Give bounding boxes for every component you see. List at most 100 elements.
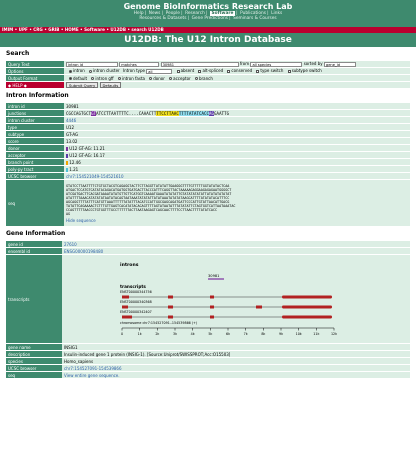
species-select[interactable]: all species <box>250 61 303 67</box>
intron-sequence: GTATCCTTAATTTTCTGTGCTACGTCAGAGGTACTTCTTA… <box>66 183 236 217</box>
transcripts-label: transcripts <box>6 255 62 343</box>
cluster-link[interactable]: 4446 <box>64 117 410 123</box>
transcript-diagram: introns 30981 transcripts ENST0000034475… <box>70 257 408 341</box>
typeswitch-checkbox[interactable] <box>256 69 260 73</box>
scale-tick-label: 7k <box>244 332 248 336</box>
acceptor-label: acceptor <box>6 152 64 158</box>
scale-tick-label: 8k <box>261 332 265 336</box>
cluster-radio[interactable] <box>89 69 93 73</box>
query-label: Query Text <box>6 61 64 67</box>
intron-type-select[interactable]: all <box>146 68 173 74</box>
sort-select[interactable]: gene_id <box>323 61 356 67</box>
species-label: species <box>6 358 62 364</box>
cluster-radio-label: intron cluster <box>93 68 120 74</box>
scale-tick-label: 6k <box>226 332 230 336</box>
scale-tick-label: 9k <box>279 332 283 336</box>
score-value: 13.02 <box>64 138 410 144</box>
intron-id-value: 30981 <box>64 103 410 109</box>
chromosome-label: chromosome chr7:154527091..154539866 (+) <box>120 321 197 325</box>
match-select[interactable]: matches <box>119 61 160 67</box>
junctions-value: CGCCAGTGCTGTATCCTTAATTTTC....CAAACTTTTCC… <box>64 110 410 116</box>
ucsc-label: UCSC browser <box>6 173 64 179</box>
intron-marker-label[interactable]: 30981 <box>208 274 219 278</box>
branch-value: 12.46 <box>69 159 81 165</box>
scale-tick-label: 11k <box>313 332 319 336</box>
acceptor-label: acceptor <box>173 75 191 81</box>
donor-bar <box>66 146 68 151</box>
help-link[interactable]: ◆ HELP ◆ <box>6 82 64 88</box>
branch-radio[interactable] <box>194 77 198 80</box>
intron-radio-label: intron <box>73 68 85 74</box>
gene-heading: Gene Information <box>6 230 66 237</box>
altspliced-label: alt-spliced <box>202 68 224 74</box>
scale-tick-label: 0 <box>121 332 123 336</box>
scale-tick-label: 4k <box>191 332 195 336</box>
branch-label: branch point <box>6 159 64 165</box>
fasta-label: intron fasta <box>121 75 145 81</box>
description-value: Insulin-induced gene 1 protein (INSIG-1)… <box>62 351 410 357</box>
subtypeswitch-checkbox[interactable] <box>287 69 291 73</box>
scale-tick-label: 3k <box>173 332 177 336</box>
ensembl-link[interactable]: ENSG00000198480 <box>62 248 410 254</box>
introns-label: introns <box>120 262 139 268</box>
junctions-label: junctions <box>6 110 64 116</box>
cluster-label: intron cluster <box>6 117 64 123</box>
type-value: U12 <box>64 124 410 130</box>
query-input[interactable]: 30981 <box>160 61 239 67</box>
site-title: Genome BioInformatics Research Lab <box>123 2 293 11</box>
typeswitch-label: type switch <box>260 68 284 74</box>
transcript-1-label[interactable]: ENST00000344756 <box>120 290 152 294</box>
hide-sequence-link[interactable]: Hide sequence <box>64 218 410 224</box>
conserved-label: conserved <box>231 68 253 74</box>
donor-radio[interactable] <box>149 77 153 80</box>
intron-id-label: intron id <box>6 103 64 109</box>
output-label: Output Format <box>6 75 64 81</box>
gene-ucsc-label: UCSC browser <box>6 365 62 371</box>
view-gene-sequence-link[interactable]: View entire gene sequence. <box>62 372 410 378</box>
nav-gene-predictions[interactable]: Gene Predictions <box>192 16 228 21</box>
polypy-value: 1.21 <box>69 166 79 172</box>
gff-radio[interactable] <box>91 77 95 80</box>
type-label: type <box>6 124 64 130</box>
description-label: description <box>6 351 62 357</box>
scale-tick-label: 10k <box>296 332 302 336</box>
default-radio[interactable] <box>69 77 72 80</box>
donor-value: U12 GT-AG: 11.21 <box>69 145 105 151</box>
default-label: default <box>73 75 88 81</box>
ensembl-label: ensembl id <box>6 248 62 254</box>
nav-resources[interactable]: Resources & Datasets <box>139 16 186 21</box>
branch-bar <box>66 160 68 165</box>
gene-seq-label: seq <box>6 372 62 378</box>
polypy-bar <box>66 167 68 172</box>
ucsc-link[interactable]: chr7:154521049-154521610 <box>64 173 410 179</box>
scale-tick-label: 5k <box>208 332 212 336</box>
subtype-label: subtype <box>6 131 64 137</box>
scale-tick-label: 2k <box>155 332 159 336</box>
defaults-button[interactable]: Defaults <box>99 82 122 88</box>
scale-tick-label: 1k <box>138 332 142 336</box>
donor-label: donor <box>6 145 64 151</box>
absent-checkbox[interactable] <box>176 69 180 73</box>
subtypeswitch-label: subtype switch <box>291 68 322 74</box>
submit-button[interactable]: Submit Query <box>66 82 99 88</box>
polypy-site: TTTTATATCACC <box>178 110 210 116</box>
transcript-2-label[interactable]: ENST00000340368 <box>120 300 152 304</box>
species-value: Homo_sapiens <box>62 358 410 364</box>
gene-table: gene id 27610 ensembl id ENSG00000198480 t… <box>6 240 410 379</box>
score-label: score <box>6 138 64 144</box>
gff-label: intron gff <box>95 75 114 81</box>
field-select[interactable]: intron id <box>66 61 118 67</box>
gene-name-label: gene name <box>6 344 62 350</box>
conserved-checkbox[interactable] <box>227 69 231 73</box>
site-header: Genome BioInformatics Research Lab Help|… <box>0 0 416 27</box>
gene-id-label: gene id <box>6 241 62 247</box>
nav-seminars[interactable]: Seminars & Courses <box>233 16 276 21</box>
acceptor-radio[interactable] <box>169 77 173 80</box>
intron-radio[interactable] <box>69 69 72 73</box>
fasta-radio[interactable] <box>117 77 121 80</box>
gene-id-link[interactable]: 27610 <box>62 241 410 247</box>
subtype-value: GT-AG <box>64 131 410 137</box>
transcript-3-label[interactable]: ENST00000342407 <box>120 310 152 314</box>
gene-ucsc-link[interactable]: chr7:154527091-154539866 <box>62 365 410 371</box>
search-heading: Search <box>6 50 30 57</box>
